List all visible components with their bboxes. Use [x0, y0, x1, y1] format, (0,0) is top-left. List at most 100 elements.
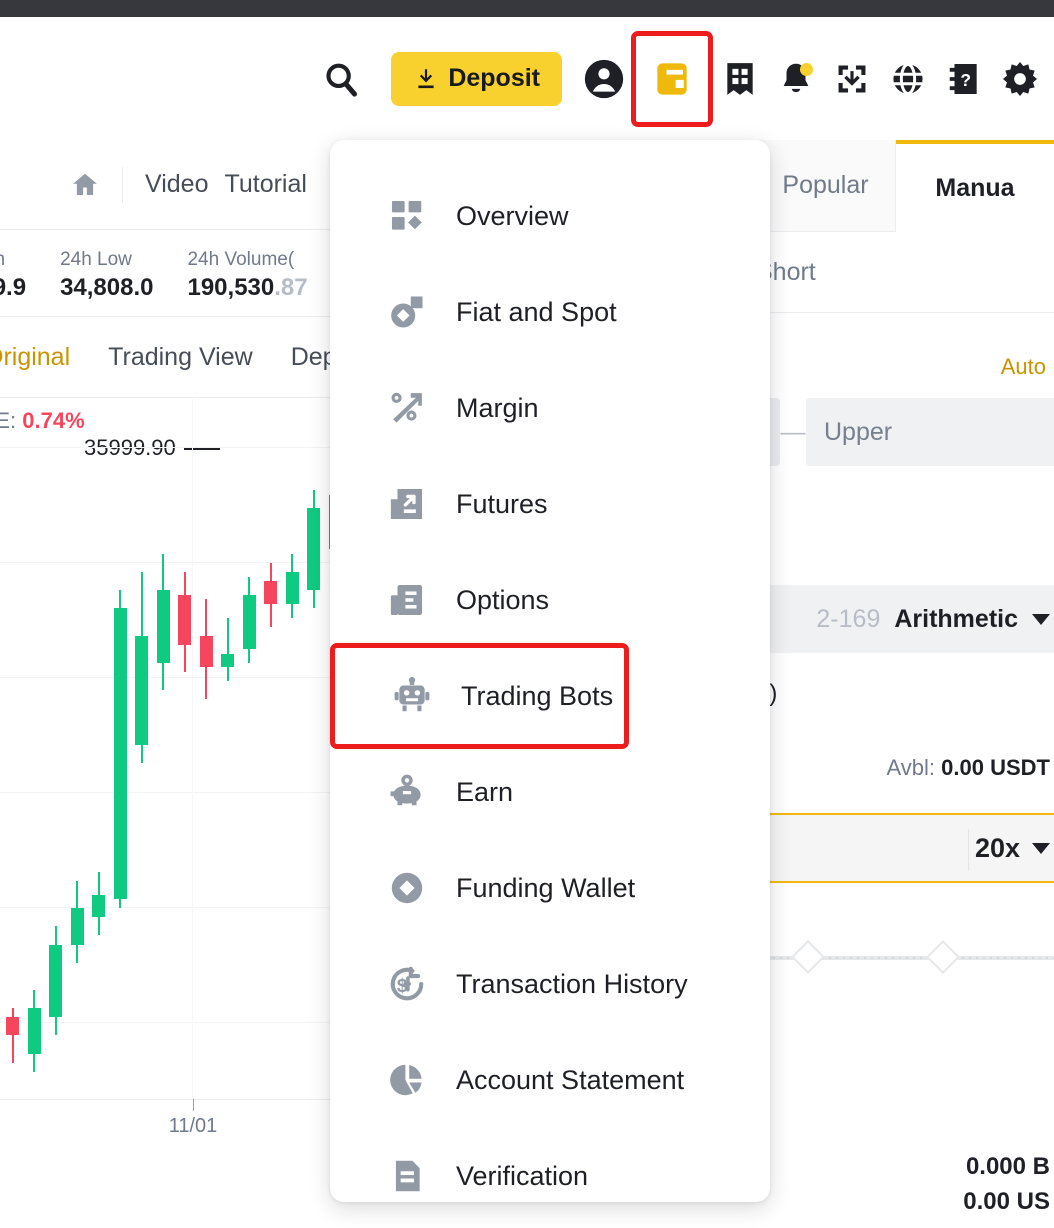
notification-badge [800, 63, 813, 76]
nav-divider [122, 167, 123, 203]
grid-mode-selector[interactable]: 2-169 Arithmetic [756, 585, 1054, 653]
notification-icon[interactable] [768, 51, 824, 107]
upper-price-input[interactable]: Upper [806, 398, 1054, 466]
chart-amplitude: ITUDE: 0.74% [0, 408, 85, 434]
menu-item-funding-wallet[interactable]: Funding Wallet [330, 840, 770, 936]
leverage-row[interactable]: 20x [756, 813, 1054, 883]
total-quote: 0.00 US [963, 1185, 1050, 1220]
transaction-history-icon: $ [386, 963, 428, 1005]
menu-item-options[interactable]: Options [330, 552, 770, 648]
candle [200, 599, 213, 699]
chevron-down-icon[interactable] [1032, 614, 1050, 625]
browser-chrome-bar [0, 0, 1054, 17]
menu-item-account-statement[interactable]: Account Statement [330, 1032, 770, 1128]
stat-high: High 299.9 [0, 245, 54, 302]
menu-item-label: Funding Wallet [456, 873, 635, 904]
candle [264, 563, 277, 627]
download-app-icon[interactable] [824, 51, 880, 107]
tab-trading-view[interactable]: Trading View [108, 343, 253, 372]
available-value: 0.00 USDT [941, 755, 1050, 780]
candle [307, 490, 320, 608]
chevron-down-icon[interactable] [1032, 843, 1050, 854]
stat-label: 24h Low [60, 245, 153, 274]
stat-value: 34,808.0 [60, 274, 153, 302]
auto-link[interactable]: Auto [1001, 354, 1046, 380]
candle [71, 881, 84, 963]
candle [243, 577, 256, 663]
menu-item-label: Fiat and Spot [456, 297, 617, 328]
deposit-label: Deposit [448, 64, 540, 93]
x-axis-label: 11/01 [169, 1115, 218, 1138]
slider-knob-low[interactable] [791, 940, 825, 974]
order-form-panel: Popular Manua Short Auto — Upper 2-169 A… [756, 140, 1054, 1228]
price-range-inputs: — Upper [756, 398, 1054, 466]
available-label: Avbl: [887, 755, 936, 780]
profile-icon[interactable] [576, 51, 632, 107]
available-balance: Avbl: 0.00 USDT [887, 755, 1050, 781]
menu-item-margin[interactable]: Margin [330, 360, 770, 456]
candle [178, 572, 191, 672]
chart-price-annotation: 35999.90 [84, 435, 220, 461]
overview-icon [386, 195, 428, 237]
options-icon [386, 579, 428, 621]
menu-item-trading-bots[interactable]: Trading Bots [335, 648, 624, 744]
menu-item-label: Verification [456, 1161, 588, 1192]
nav-link-video[interactable]: Video [145, 170, 209, 199]
trading-bots-icon [391, 675, 433, 717]
tab-original[interactable]: Original [0, 343, 70, 372]
verification-icon [386, 1155, 428, 1197]
futures-icon [386, 483, 428, 525]
tab-manual[interactable]: Manua [896, 140, 1054, 232]
support-icon[interactable]: ? [936, 51, 992, 107]
stat-value: 190,530.87 [187, 274, 307, 302]
deposit-button[interactable]: Deposit [391, 52, 562, 106]
menu-item-label: Account Statement [456, 1065, 684, 1096]
svg-text:$: $ [397, 976, 408, 997]
menu-item-fiat-and-spot[interactable]: Fiat and Spot [330, 264, 770, 360]
menu-item-earn[interactable]: Earn [330, 744, 770, 840]
candle [6, 1008, 19, 1063]
amplitude-value: 0.74% [22, 408, 84, 433]
earn-icon [386, 771, 428, 813]
funding-wallet-icon [386, 867, 428, 909]
order-totals: 0.000 B 0.00 US [963, 1150, 1050, 1220]
amount-slider[interactable] [766, 945, 1054, 969]
orders-icon[interactable] [712, 51, 768, 107]
range-dash: — [780, 418, 806, 447]
menu-item-futures[interactable]: Futures [330, 456, 770, 552]
stat-24h-low: 24h Low 34,808.0 [60, 245, 181, 302]
account-statement-icon [386, 1059, 428, 1101]
total-base: 0.000 B [963, 1150, 1050, 1185]
slider-knob-high[interactable] [926, 940, 960, 974]
stat-value-dim: .87 [274, 274, 307, 301]
order-form-tabs: Popular Manua [756, 140, 1054, 232]
x-axis-tick [193, 1099, 194, 1111]
menu-item-label: Earn [456, 777, 513, 808]
language-icon[interactable] [880, 51, 936, 107]
stat-label: 24h Volume( [187, 245, 307, 274]
tab-popular[interactable]: Popular [756, 140, 896, 232]
wallet-icon-highlight-box [636, 36, 708, 122]
grid-range-hint: 2-169 [816, 605, 880, 634]
menu-item-label: Futures [456, 489, 548, 520]
stat-24h-volume: 24h Volume( 190,530.87 [187, 245, 335, 302]
home-icon[interactable] [70, 170, 100, 200]
top-header: Deposit [0, 17, 1054, 140]
candle [49, 926, 62, 1035]
wallet-icon[interactable] [650, 57, 694, 101]
search-icon[interactable] [313, 51, 369, 107]
menu-item-transaction-history[interactable]: $ Transaction History [330, 936, 770, 1032]
grid-mode-value: Arithmetic [894, 605, 1018, 634]
menu-item-overview[interactable]: Overview [330, 168, 770, 264]
candle [286, 554, 299, 618]
wallet-dropdown-menu: Overview Fiat and Spot [330, 140, 770, 1202]
candle [92, 872, 105, 936]
candle [114, 590, 127, 908]
settings-icon[interactable] [992, 51, 1048, 107]
leverage-value: 20x [975, 833, 1020, 864]
stat-value: 299.9 [0, 274, 26, 302]
nav-link-tutorial[interactable]: Tutorial [225, 170, 307, 199]
menu-item-verification[interactable]: Verification [330, 1128, 770, 1224]
menu-item-label: Trading Bots [461, 681, 613, 712]
menu-item-label: Transaction History [456, 969, 688, 1000]
